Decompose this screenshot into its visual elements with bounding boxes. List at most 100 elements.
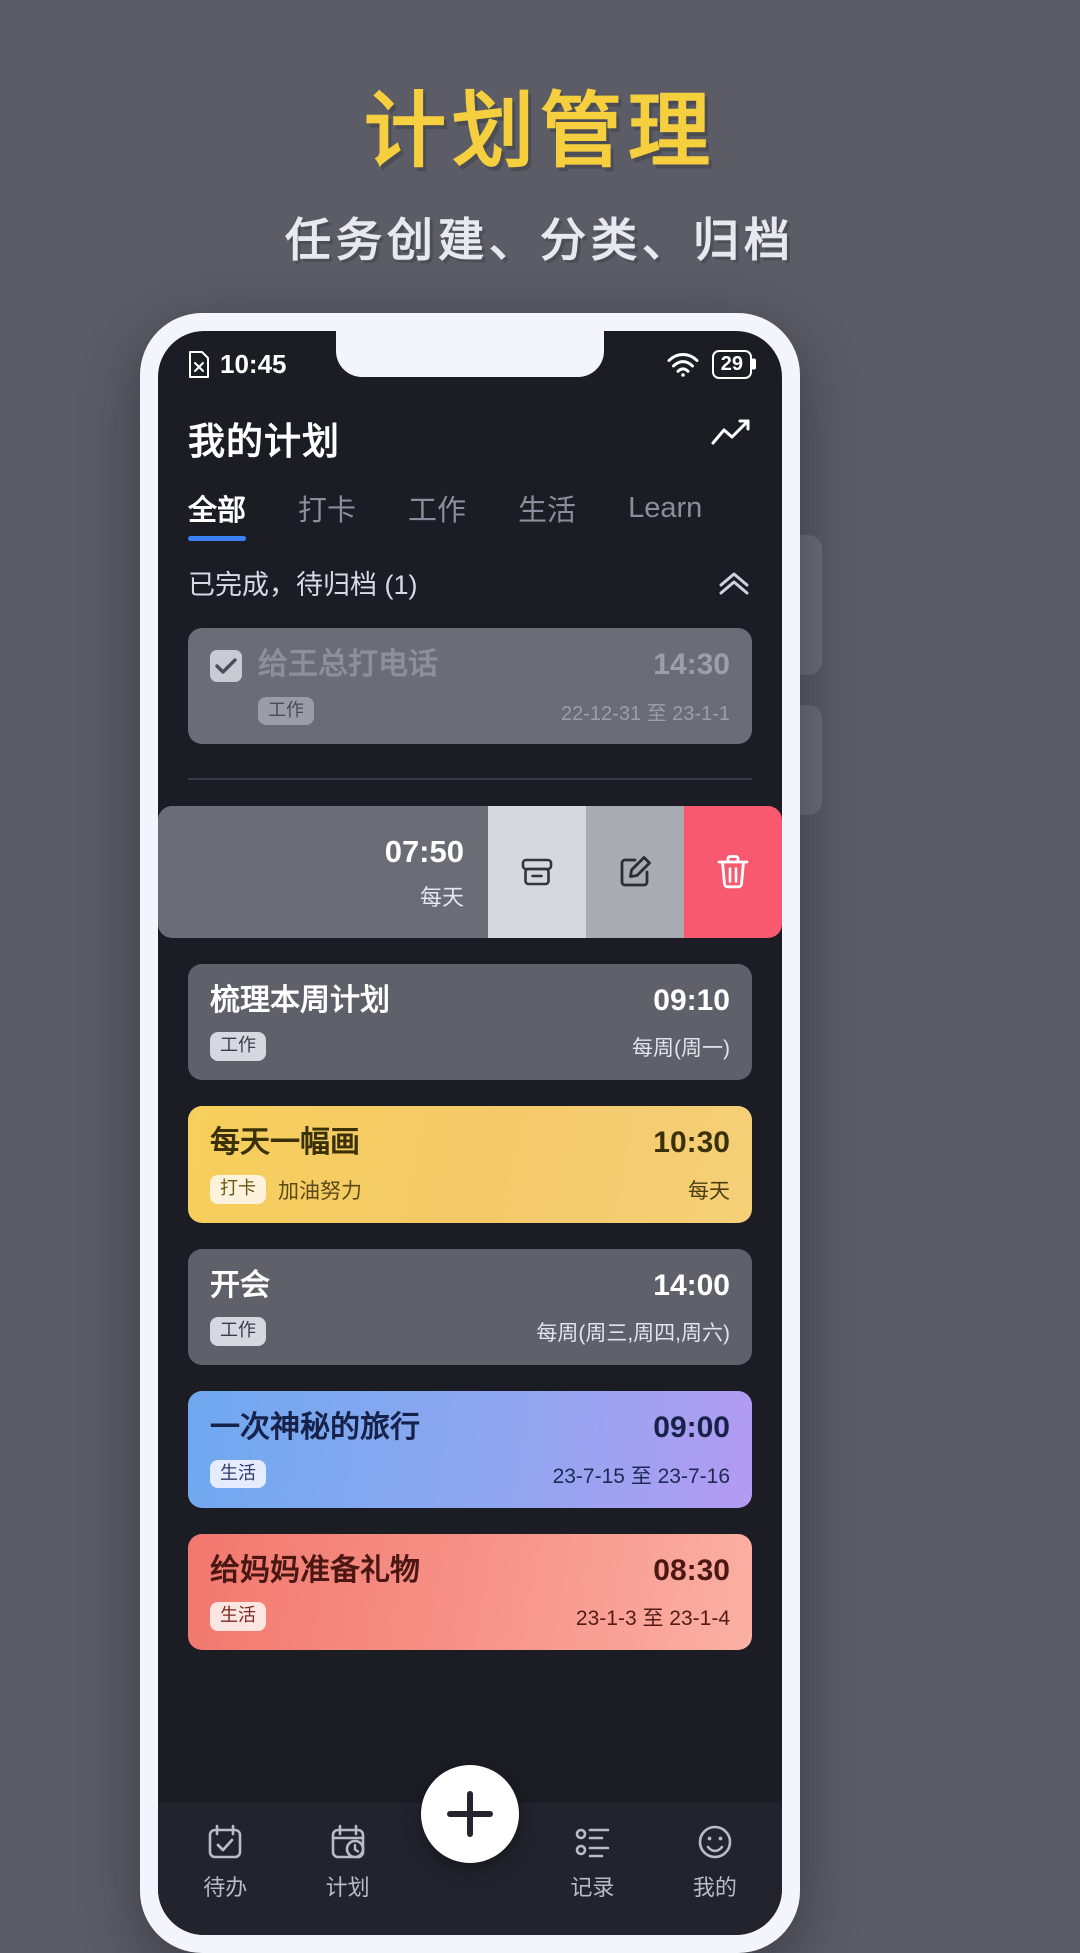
completed-section-header: 已完成，待归档 (1) <box>158 541 782 602</box>
swiped-task-body[interactable]: 07:50 每天 <box>158 805 488 938</box>
task-title: 每天一幅画 <box>210 1126 360 1159</box>
task-time: 10:30 <box>653 1126 730 1159</box>
archived-task-body: 给王总打电话 工作 <box>258 648 561 726</box>
calendar-clock-icon <box>328 1822 368 1862</box>
tab-checkin[interactable]: 打卡 <box>298 487 356 541</box>
task-tag: 工作 <box>258 696 314 726</box>
task-meta: 生活 <box>210 1602 576 1631</box>
archived-task-card[interactable]: 给王总打电话 工作 14:30 22-12-31 至 23-1-1 <box>188 628 752 744</box>
swiped-task-time: 07:50 <box>384 833 464 869</box>
nav-item-todo[interactable]: 待办 <box>164 1822 286 1902</box>
promo-header: 计划管理 任务创建、分类、归档 <box>0 0 1080 270</box>
task-card[interactable]: 开会 工作 14:00 每周(周三,周四,周六) <box>188 1248 752 1365</box>
task-card[interactable]: 每天一幅画 打卡 加油努力 10:30 每天 <box>188 1106 752 1223</box>
task-card-right: 10:30 每天 <box>653 1126 730 1205</box>
nav-label-mine: 我的 <box>692 1875 737 1900</box>
smiley-face-icon <box>695 1822 735 1862</box>
archived-task-right: 14:30 22-12-31 至 23-1-1 <box>561 648 730 726</box>
status-bar-right: 29 <box>666 349 752 379</box>
nav-item-record[interactable]: 记录 <box>531 1822 653 1902</box>
nav-label-todo: 待办 <box>203 1875 248 1900</box>
nav-label-plan: 计划 <box>325 1875 370 1900</box>
document-x-icon <box>188 350 210 378</box>
task-title: 给妈妈准备礼物 <box>210 1553 420 1587</box>
task-card-right: 09:10 每周(周一) <box>632 984 730 1063</box>
tab-learn[interactable]: Learn <box>628 492 702 537</box>
phone-frame: 10:45 29 我的计划 全部 打卡 工作 生活 Learn 已完成，待归档 … <box>140 313 800 1953</box>
task-tag: 工作 <box>210 1032 266 1061</box>
task-meta: 工作 <box>210 1317 536 1346</box>
archived-task-meta: 工作 <box>258 696 561 726</box>
task-card-body: 梳理本周计划 工作 <box>210 984 632 1063</box>
task-card-right: 09:00 23-7-15 至 23-7-16 <box>553 1411 730 1490</box>
task-card-right: 14:00 每周(周三,周四,周六) <box>536 1269 730 1348</box>
add-task-fab[interactable] <box>421 1765 519 1863</box>
archived-task-title: 给王总打电话 <box>258 648 438 681</box>
task-tag: 工作 <box>210 1317 266 1346</box>
notch <box>336 331 604 377</box>
page-title: 我的计划 <box>188 421 340 462</box>
app-header: 我的计划 <box>158 397 782 465</box>
promo-subtitle: 任务创建、分类、归档 <box>285 213 795 268</box>
nav-label-record: 记录 <box>570 1875 615 1900</box>
task-tag: 生活 <box>210 1459 266 1489</box>
task-repeat: 23-1-3 至 23-1-4 <box>575 1607 730 1630</box>
swiped-task-repeat: 每天 <box>419 884 464 910</box>
task-card-right: 08:30 23-1-3 至 23-1-4 <box>576 1554 730 1633</box>
tab-life[interactable]: 生活 <box>518 487 576 541</box>
tab-work[interactable]: 工作 <box>408 487 466 541</box>
archive-box-icon <box>515 850 559 894</box>
task-card[interactable]: 一次神秘的旅行 生活 09:00 23-7-15 至 23-7-16 <box>188 1391 752 1508</box>
archive-action-button[interactable] <box>488 805 586 938</box>
tab-all[interactable]: 全部 <box>188 487 247 541</box>
wifi-icon <box>666 351 700 377</box>
status-bar-time: 10:45 <box>220 348 287 379</box>
task-tag: 打卡 <box>210 1175 266 1204</box>
battery-indicator: 29 <box>711 349 752 379</box>
task-repeat: 每周(周三,周四,周六) <box>536 1322 730 1345</box>
pencil-square-icon <box>613 850 657 894</box>
task-time: 14:00 <box>653 1268 730 1302</box>
calendar-check-icon <box>205 1822 245 1862</box>
timeline-icon <box>572 1822 612 1862</box>
chevron-double-up-icon[interactable] <box>716 570 752 596</box>
nav-item-mine[interactable]: 我的 <box>654 1822 776 1902</box>
trash-icon <box>713 850 753 894</box>
task-title: 开会 <box>210 1268 270 1302</box>
nav-item-plan[interactable]: 计划 <box>286 1822 408 1902</box>
completed-section-title: 已完成，待归档 (1) <box>188 570 418 600</box>
task-card-body: 每天一幅画 打卡 加油努力 <box>210 1126 653 1205</box>
phone-mockup: 10:45 29 我的计划 全部 打卡 工作 生活 Learn 已完成，待归档 … <box>140 313 822 1953</box>
task-note: 加油努力 <box>278 1179 362 1203</box>
task-title: 梳理本周计划 <box>210 983 390 1017</box>
task-repeat: 每周(周一) <box>632 1037 730 1060</box>
task-card-body: 一次神秘的旅行 生活 <box>210 1411 553 1490</box>
task-list[interactable]: 给王总打电话 工作 14:30 22-12-31 至 23-1-1 07:50 … <box>158 602 782 1803</box>
task-title: 一次神秘的旅行 <box>210 1411 420 1444</box>
task-meta: 工作 <box>210 1032 632 1061</box>
task-card-body: 给妈妈准备礼物 生活 <box>210 1554 576 1633</box>
swiped-task-row[interactable]: 07:50 每天 <box>158 805 782 938</box>
task-time: 09:10 <box>653 983 730 1017</box>
edit-action-button[interactable] <box>586 805 684 938</box>
task-card-body: 开会 工作 <box>210 1269 536 1348</box>
task-tag: 生活 <box>210 1602 266 1631</box>
task-time: 09:00 <box>653 1411 730 1444</box>
task-card[interactable]: 给妈妈准备礼物 生活 08:30 23-1-3 至 23-1-4 <box>188 1533 752 1650</box>
promo-title: 计划管理 <box>363 83 716 179</box>
delete-action-button[interactable] <box>684 805 782 938</box>
task-card[interactable]: 梳理本周计划 工作 09:10 每周(周一) <box>188 963 752 1080</box>
archived-task-time: 14:30 <box>653 648 730 681</box>
section-divider <box>188 777 752 780</box>
task-time: 08:30 <box>653 1553 730 1587</box>
line-chart-icon[interactable] <box>710 417 752 451</box>
archived-task-daterange: 22-12-31 至 23-1-1 <box>561 702 730 725</box>
phone-screen: 10:45 29 我的计划 全部 打卡 工作 生活 Learn 已完成，待归档 … <box>158 331 782 1935</box>
task-repeat: 23-7-15 至 23-7-16 <box>552 1464 730 1488</box>
task-checkbox[interactable] <box>210 650 242 682</box>
bottom-navigation: 待办 计划 记录 我的 <box>158 1765 782 1935</box>
category-tabs: 全部 打卡 工作 生活 Learn <box>158 465 782 541</box>
task-meta: 生活 <box>210 1459 553 1489</box>
status-bar: 10:45 29 <box>158 331 782 397</box>
status-bar-left: 10:45 <box>188 349 287 380</box>
